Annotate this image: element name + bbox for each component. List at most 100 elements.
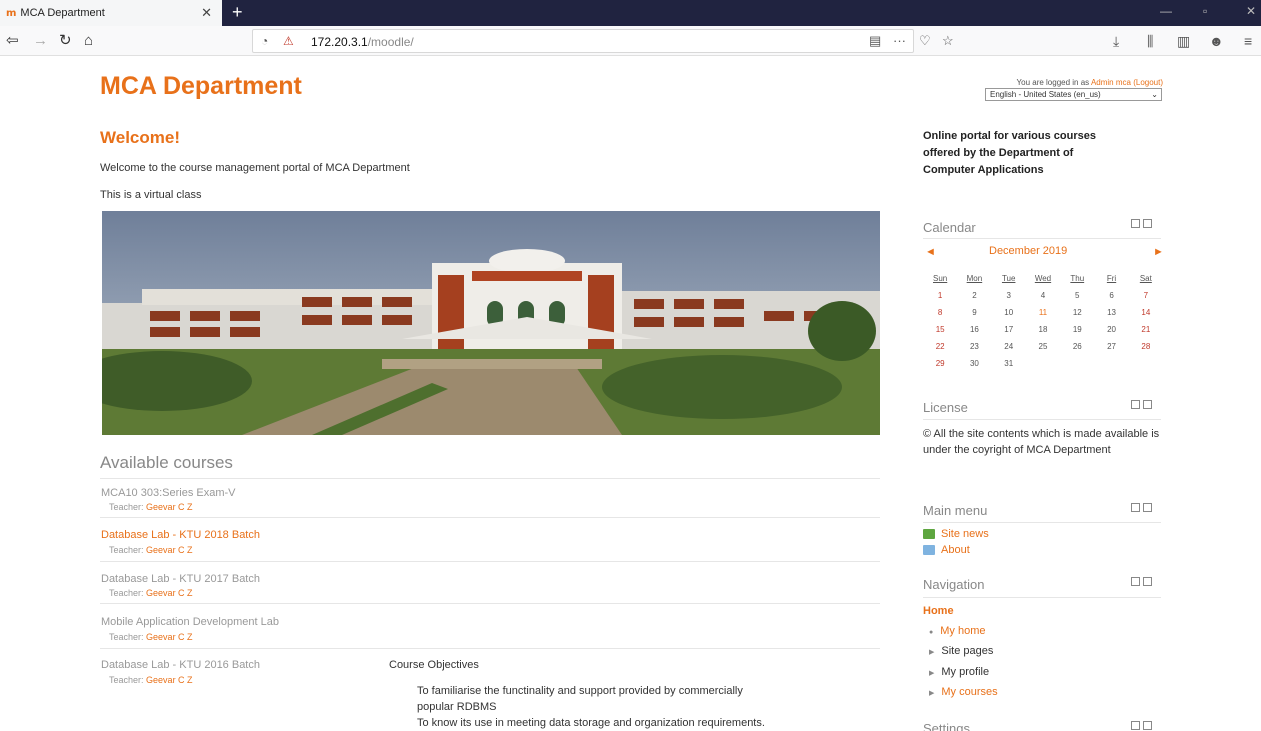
menu-item-about[interactable]: About <box>923 544 970 556</box>
address-bar[interactable]: ◔ ⚠ 172.20.3.1/moodle/ ▤ ··· ♡ ☆ <box>252 29 954 53</box>
pocket-icon[interactable]: ♡ <box>919 33 931 49</box>
nav-item-my-home[interactable]: ● My home <box>929 625 985 637</box>
calendar-day[interactable]: 22 <box>923 338 957 355</box>
calendar-month[interactable]: December 2019 <box>989 245 1067 257</box>
teacher-link[interactable]: Geevar C Z <box>146 588 193 598</box>
course-link[interactable]: Database Lab - KTU 2017 Batch <box>101 573 260 585</box>
calendar-day[interactable]: 29 <box>923 355 957 372</box>
nav-item-my-profile[interactable]: ▶ My profile <box>929 666 989 678</box>
divider <box>923 597 1161 598</box>
nav-home-link[interactable]: Home <box>923 605 954 617</box>
calendar-day <box>1094 355 1128 372</box>
collapse-block-icon[interactable] <box>1131 721 1140 730</box>
calendar-day[interactable]: 18 <box>1026 321 1060 338</box>
teacher-link[interactable]: Geevar C Z <box>146 502 193 512</box>
calendar-day[interactable]: 25 <box>1026 338 1060 355</box>
calendar-day <box>1060 355 1094 372</box>
download-icon[interactable]: ⤓ <box>1113 33 1119 49</box>
calendar-day[interactable]: 4 <box>1026 287 1060 304</box>
calendar-day[interactable]: 30 <box>957 355 991 372</box>
insecure-lock-icon[interactable]: ⚠ <box>283 34 294 48</box>
calendar-day[interactable]: 5 <box>1060 287 1094 304</box>
logout-link[interactable]: (Logout) <box>1133 78 1163 87</box>
calendar-day[interactable]: 23 <box>957 338 991 355</box>
menu-icon[interactable]: ≡ <box>1244 33 1252 49</box>
calendar-day[interactable]: 2 <box>957 287 991 304</box>
url-text[interactable]: 172.20.3.1/moodle/ <box>311 35 414 49</box>
collapse-block-icon[interactable] <box>1131 219 1140 228</box>
collapse-block-icon[interactable] <box>1131 400 1140 409</box>
teacher-link[interactable]: Geevar C Z <box>146 675 193 685</box>
language-select[interactable]: English - United States (en_us) ⌄ <box>985 88 1162 101</box>
calendar-day[interactable]: 10 <box>992 304 1026 321</box>
close-window-icon[interactable]: ✕ <box>1246 4 1256 18</box>
dock-block-icon[interactable] <box>1143 219 1152 228</box>
calendar-day[interactable]: 14 <box>1129 304 1163 321</box>
close-tab-icon[interactable]: ✕ <box>201 5 212 21</box>
calendar-day[interactable]: 12 <box>1060 304 1094 321</box>
next-month-icon[interactable]: ► <box>1153 246 1164 258</box>
calendar-day[interactable]: 11 <box>1026 304 1060 321</box>
library-icon[interactable]: ⫼ <box>1147 33 1153 49</box>
sidebar-icon[interactable]: ▥ <box>1177 33 1190 49</box>
user-link[interactable]: Admin mca <box>1091 78 1131 87</box>
weekday-header: Wed <box>1034 274 1052 283</box>
menu-item-site-news[interactable]: Site news <box>923 528 989 540</box>
site-title[interactable]: MCA Department <box>100 72 302 101</box>
calendar-day[interactable]: 24 <box>992 338 1026 355</box>
campus-image <box>102 211 880 435</box>
calendar-day[interactable]: 27 <box>1094 338 1128 355</box>
nav-item-my-courses[interactable]: ▶ My courses <box>929 686 998 698</box>
back-icon[interactable]: ⇦ <box>6 31 19 51</box>
nav-item-site-pages[interactable]: ▶ Site pages <box>929 645 993 657</box>
calendar-day[interactable]: 28 <box>1129 338 1163 355</box>
reload-icon[interactable]: ↻ <box>59 31 72 51</box>
dock-block-icon[interactable] <box>1143 721 1152 730</box>
minimize-icon[interactable]: — <box>1160 4 1172 18</box>
course-link[interactable]: Database Lab - KTU 2018 Batch <box>101 529 260 541</box>
new-tab-button[interactable]: + <box>232 2 243 22</box>
calendar-day[interactable]: 3 <box>992 287 1026 304</box>
prev-month-icon[interactable]: ◄ <box>925 246 936 258</box>
calendar-day[interactable]: 31 <box>992 355 1026 372</box>
dock-block-icon[interactable] <box>1143 503 1152 512</box>
welcome-text: Welcome to the course management portal … <box>100 162 410 174</box>
reader-view-icon[interactable]: ▤ <box>869 33 881 49</box>
collapse-block-icon[interactable] <box>1131 577 1140 586</box>
calendar-day[interactable]: 7 <box>1129 287 1163 304</box>
block-controls <box>1128 721 1158 731</box>
account-icon[interactable]: ☻ <box>1209 33 1224 49</box>
dock-block-icon[interactable] <box>1143 400 1152 409</box>
browser-tab[interactable]: m MCA Department ✕ <box>0 0 222 26</box>
campus-illustration <box>102 211 880 435</box>
course-link[interactable]: Database Lab - KTU 2016 Batch <box>101 659 260 671</box>
calendar-day[interactable]: 19 <box>1060 321 1094 338</box>
main-menu-block-title: Main menu <box>923 503 988 518</box>
calendar-day[interactable]: 17 <box>992 321 1026 338</box>
maximize-icon[interactable]: ▫ <box>1203 4 1207 18</box>
course-link[interactable]: MCA10 303:Series Exam-V <box>101 487 236 499</box>
teacher-link[interactable]: Geevar C Z <box>146 545 193 555</box>
page-actions-icon[interactable]: ··· <box>893 33 906 48</box>
calendar-day[interactable]: 13 <box>1094 304 1128 321</box>
calendar-day[interactable]: 6 <box>1094 287 1128 304</box>
course-link[interactable]: Mobile Application Development Lab <box>101 616 279 628</box>
dock-block-icon[interactable] <box>1143 577 1152 586</box>
bookmark-star-icon[interactable]: ☆ <box>942 33 954 49</box>
shield-icon[interactable]: ◔ <box>261 34 268 48</box>
calendar-day[interactable]: 9 <box>957 304 991 321</box>
calendar-day <box>1026 355 1060 372</box>
calendar-day[interactable]: 1 <box>923 287 957 304</box>
calendar-day[interactable]: 26 <box>1060 338 1094 355</box>
home-icon[interactable]: ⌂ <box>84 31 93 51</box>
collapse-block-icon[interactable] <box>1131 503 1140 512</box>
calendar-day[interactable]: 8 <box>923 304 957 321</box>
calendar-day[interactable]: 20 <box>1094 321 1128 338</box>
calendar-day[interactable]: 16 <box>957 321 991 338</box>
calendar-day[interactable]: 21 <box>1129 321 1163 338</box>
teacher-label: Teacher: <box>109 588 144 598</box>
teacher-link[interactable]: Geevar C Z <box>146 632 193 642</box>
calendar-day[interactable]: 15 <box>923 321 957 338</box>
weekday-header: Sun <box>933 274 948 283</box>
forward-icon[interactable]: → <box>33 31 48 51</box>
